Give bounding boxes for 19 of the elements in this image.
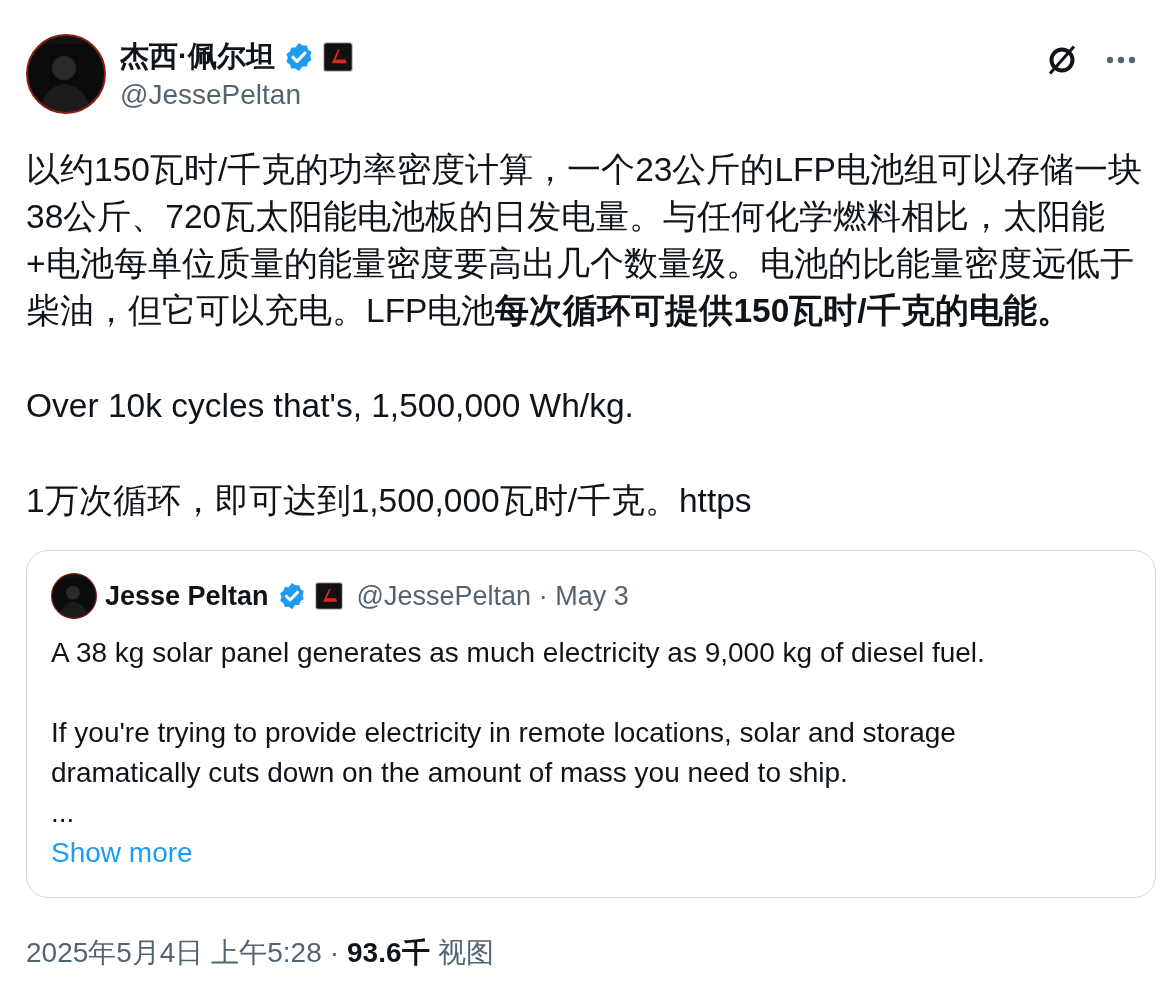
quoted-author-name: Jesse Peltan	[105, 580, 269, 612]
tweet-text: 1万次循环，即可达到1,500,000瓦时/千克。https	[26, 481, 753, 521]
quoted-tweet-text: If you're trying to provide electricity in remote locations, solar and storage dramatically cuts down on the amount of mass you need to ship.	[51, 716, 957, 790]
quoted-tweet-card[interactable]	[26, 550, 1156, 898]
author-handle[interactable]: @JessePeltan	[120, 79, 1030, 111]
separator-dot: ·	[329, 937, 340, 969]
tweet-text: Over 10k cycles that's, 1,500,000 Wh/kg.	[26, 386, 635, 426]
more-button[interactable]	[1106, 56, 1136, 64]
affiliate-logo-icon	[322, 42, 353, 72]
quoted-handle-date: @JessePeltan · May 3	[356, 580, 629, 612]
post-time[interactable]: 2025年5月4日 上午5:28	[26, 934, 322, 972]
quoted-tweet-text: A 38 kg solar panel generates as much electricity as 9,000 kg of diesel fuel.	[51, 636, 986, 670]
tweet-text: 以约150瓦时/千克的功率密度计算，一个23公斤的LFP电池组可以存储一块 38公斤、720瓦太阳能电池板的日发电量。与任何化学燃料相比，太阳能 +电池每单位质量的能量密度要高出几个数量级。电池的比能量密度远低于 柴油，但它可以充电。LFP电池每次循环可提供150瓦时/千克的电能。	[26, 150, 1143, 331]
ellipsis-text: ...	[51, 796, 76, 830]
more-icon	[1106, 56, 1136, 64]
view-count: 93.6千	[347, 936, 430, 970]
affiliate-logo-icon	[314, 582, 343, 610]
views-label: 视图	[437, 936, 494, 970]
author-name[interactable]: 杰西·佩尔坦	[120, 37, 275, 77]
